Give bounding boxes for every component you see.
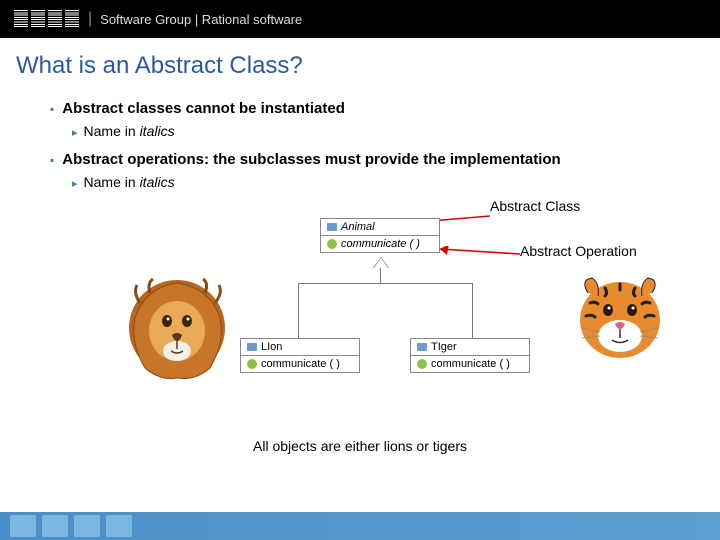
bullet-2-text: Abstract operations: the subclasses must… [62,151,560,168]
bullet-2: Abstract operations: the subclasses must… [50,151,670,168]
bullet-2-sub-text: Name in italics [84,174,175,190]
ibm-logo [14,10,80,28]
class-icon [417,343,427,351]
slide-title: What is an Abstract Class? [0,38,720,88]
header-separator: | [88,10,92,28]
slide-content: Abstract classes cannot be instantiated … [0,100,720,454]
uml-diagram: Abstract Class Abstract Operation [50,198,670,448]
class-icon [327,223,337,231]
uml-tiger-class: TIger communicate ( ) [410,338,530,373]
operation-icon [417,359,427,369]
uml-lion-class: LIon communicate ( ) [240,338,360,373]
footer-icon [42,515,68,537]
label-abstract-operation: Abstract Operation [520,243,637,259]
class-icon [247,343,257,351]
uml-animal-class: Animal communicate ( ) [320,218,440,253]
footer-icon [74,515,100,537]
bullet-2-sub: Name in italics [72,174,670,190]
label-abstract-class: Abstract Class [490,198,580,214]
bullet-1: Abstract classes cannot be instantiated [50,100,670,117]
bullet-1-sub: Name in italics [72,123,670,139]
lion-image [125,273,230,388]
operation-icon [247,359,257,369]
slide-header: | Software Group | Rational software [0,0,720,38]
slide-footer [0,512,720,540]
footer-icon [106,515,132,537]
tiger-image [570,268,670,373]
bullet-1-text: Abstract classes cannot be instantiated [62,100,345,117]
arrow-to-operation [435,246,520,261]
operation-icon [327,239,337,249]
footer-icon [10,515,36,537]
header-text: Software Group | Rational software [100,12,302,27]
bullet-1-sub-text: Name in italics [84,123,175,139]
